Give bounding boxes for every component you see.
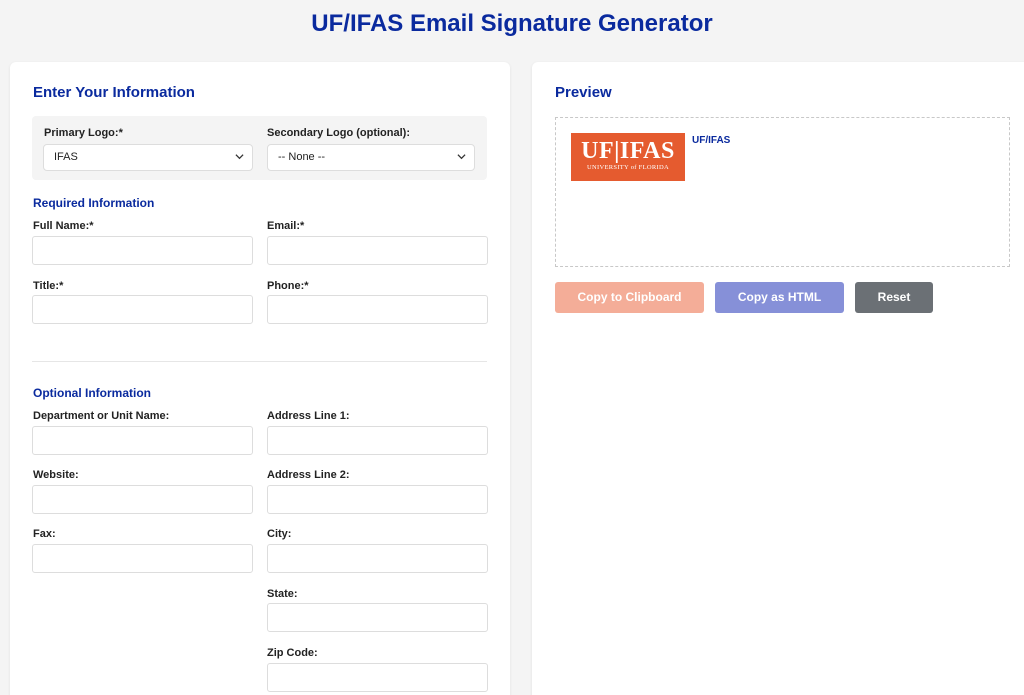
address1-input[interactable] xyxy=(267,426,488,455)
zip-label: Zip Code: xyxy=(267,647,318,659)
primary-logo-label: Primary Logo:* xyxy=(44,127,123,139)
phone-label: Phone:* xyxy=(267,280,309,292)
logo-sub-text: UNIVERSITY of FLORIDA xyxy=(587,164,669,171)
zip-input[interactable] xyxy=(267,663,488,692)
primary-logo-value: IFAS xyxy=(54,151,78,163)
logo-selection-box: Primary Logo:* IFAS Secondary Logo (opti… xyxy=(32,116,487,180)
secondary-logo-label: Secondary Logo (optional): xyxy=(267,127,410,139)
title-label: Title:* xyxy=(33,280,64,292)
full-name-label: Full Name:* xyxy=(33,220,94,232)
logo-main-text: UF|IFAS xyxy=(581,138,675,164)
fax-input[interactable] xyxy=(32,544,253,573)
required-info-heading: Required Information xyxy=(33,196,155,210)
state-label: State: xyxy=(267,588,298,600)
page-title: UF/IFAS Email Signature Generator xyxy=(311,10,713,37)
fax-label: Fax: xyxy=(33,528,56,540)
title-input[interactable] xyxy=(32,295,253,324)
email-input[interactable] xyxy=(267,236,488,265)
email-label: Email:* xyxy=(267,220,305,232)
preview-org-text: UF/IFAS xyxy=(692,135,731,146)
state-input[interactable] xyxy=(267,603,488,632)
signature-preview: UF|IFAS UNIVERSITY of FLORIDA UF/IFAS xyxy=(555,117,1010,267)
chevron-down-icon xyxy=(235,154,244,160)
form-heading: Enter Your Information xyxy=(33,84,195,101)
website-label: Website: xyxy=(33,469,79,481)
secondary-logo-select[interactable]: -- None -- xyxy=(267,144,475,171)
department-label: Department or Unit Name: xyxy=(33,410,170,422)
ufifas-logo: UF|IFAS UNIVERSITY of FLORIDA xyxy=(571,133,685,181)
website-input[interactable] xyxy=(32,485,253,514)
preview-heading: Preview xyxy=(555,84,612,101)
copy-as-html-button[interactable]: Copy as HTML xyxy=(715,282,844,313)
optional-info-heading: Optional Information xyxy=(33,386,151,400)
secondary-logo-value: -- None -- xyxy=(278,151,326,163)
preview-card: Preview UF|IFAS UNIVERSITY of FLORIDA UF… xyxy=(532,62,1024,695)
section-divider xyxy=(32,361,487,362)
primary-logo-select[interactable]: IFAS xyxy=(43,144,253,171)
chevron-down-icon xyxy=(457,154,466,160)
city-input[interactable] xyxy=(267,544,488,573)
full-name-input[interactable] xyxy=(32,236,253,265)
form-card: Enter Your Information Primary Logo:* IF… xyxy=(10,62,510,695)
phone-input[interactable] xyxy=(267,295,488,324)
address1-label: Address Line 1: xyxy=(267,410,350,422)
copy-to-clipboard-button[interactable]: Copy to Clipboard xyxy=(555,282,704,313)
address2-label: Address Line 2: xyxy=(267,469,350,481)
address2-input[interactable] xyxy=(267,485,488,514)
reset-button[interactable]: Reset xyxy=(855,282,933,313)
department-input[interactable] xyxy=(32,426,253,455)
city-label: City: xyxy=(267,528,292,540)
